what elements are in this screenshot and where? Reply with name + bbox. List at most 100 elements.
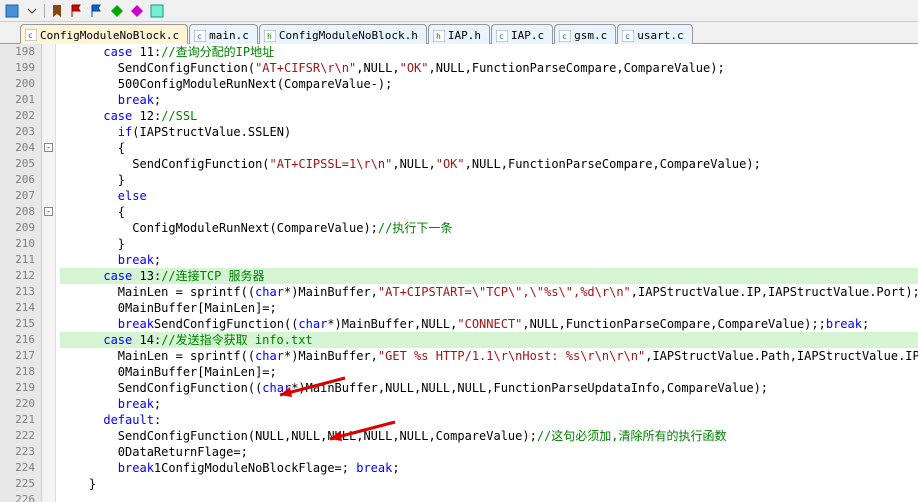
code-line[interactable]: 0MainBuffer[MainLen]=; [60, 364, 918, 380]
code-line[interactable]: break1ConfigModuleNoBlockFlage=; break; [60, 460, 918, 476]
code-line[interactable]: SendConfigFunction(NULL,NULL,NULL,NULL,N… [60, 428, 918, 444]
file-tabs: cConfigModuleNoBlock.c c main.c h ConfigMo… [0, 22, 918, 44]
line-number: 201 [0, 92, 41, 108]
flag-red-icon[interactable] [69, 3, 85, 19]
code-line[interactable]: if(IAPStructValue.SSLEN) [60, 124, 918, 140]
code-line[interactable]: { [60, 140, 918, 156]
svg-text:h: h [436, 32, 441, 41]
line-number: 217 [0, 348, 41, 364]
tab-label: usart.c [637, 29, 683, 42]
tab-iap-h[interactable]: h IAP.h [428, 24, 490, 44]
c-file-icon: c [559, 30, 571, 42]
diamond-fuchsia-icon[interactable] [129, 3, 145, 19]
line-number: 206 [0, 172, 41, 188]
code-editor[interactable]: 1981992002012022032042052062072082092102… [0, 44, 918, 502]
code-line[interactable]: { [60, 204, 918, 220]
line-number: 199 [0, 60, 41, 76]
line-number: 222 [0, 428, 41, 444]
code-line[interactable]: 0DataReturnFlage=; [60, 444, 918, 460]
h-file-icon: h [264, 30, 276, 42]
tab-label: IAP.h [448, 29, 481, 42]
code-line[interactable]: SendConfigFunction("AT+CIPSSL=1\r\n",NUL… [60, 156, 918, 172]
c-file-icon: c [194, 30, 206, 42]
line-number: 208 [0, 204, 41, 220]
code-line[interactable]: break; [60, 252, 918, 268]
code-line[interactable]: MainLen = sprintf((char*)MainBuffer,"AT+… [60, 284, 918, 300]
flag-blue-icon[interactable] [89, 3, 105, 19]
code-line[interactable]: breakSendConfigFunction((char*)MainBuffe… [60, 316, 918, 332]
line-number: 209 [0, 220, 41, 236]
code-line[interactable]: break; [60, 396, 918, 412]
svg-text:c: c [562, 32, 567, 41]
tab-label: ConfigModuleNoBlock.h [279, 29, 418, 42]
line-number: 202 [0, 108, 41, 124]
svg-text:c: c [499, 32, 504, 41]
code-line[interactable]: SendConfigFunction("AT+CIFSR\r\n",NULL,"… [60, 60, 918, 76]
tab-config-module-h[interactable]: h ConfigModuleNoBlock.h [259, 24, 427, 44]
code-line[interactable]: MainLen = sprintf((char*)MainBuffer,"GET… [60, 348, 918, 364]
line-number: 219 [0, 380, 41, 396]
tab-main-c[interactable]: c main.c [189, 24, 258, 44]
fold-toggle[interactable]: - [44, 143, 53, 152]
code-line[interactable]: case 12://SSL [60, 108, 918, 124]
tool-icon-8[interactable] [149, 3, 165, 19]
code-line[interactable]: case 14://发送指令获取 info.txt [60, 332, 918, 348]
tab-config-module-c[interactable]: cConfigModuleNoBlock.c [20, 24, 188, 44]
code-line[interactable]: } [60, 172, 918, 188]
line-number: 226 [0, 492, 41, 502]
code-line[interactable]: case 11://查询分配的IP地址 [60, 44, 918, 60]
c-file-icon: c [25, 29, 37, 41]
line-number: 205 [0, 156, 41, 172]
code-line[interactable] [60, 492, 918, 502]
code-area[interactable]: case 11://查询分配的IP地址 SendConfigFunction("… [56, 44, 918, 502]
tab-label: IAP.c [511, 29, 544, 42]
line-number: 223 [0, 444, 41, 460]
line-number: 224 [0, 460, 41, 476]
code-line[interactable]: case 13://连接TCP 服务器 [60, 268, 918, 284]
line-number: 218 [0, 364, 41, 380]
tab-label: main.c [209, 29, 249, 42]
svg-text:c: c [625, 32, 630, 41]
code-line[interactable]: SendConfigFunction((char*)MainBuffer,NUL… [60, 380, 918, 396]
code-line[interactable]: else [60, 188, 918, 204]
c-file-icon: c [622, 30, 634, 42]
code-line[interactable]: 500ConfigModuleRunNext(CompareValue-); [60, 76, 918, 92]
fold-toggle[interactable]: - [44, 207, 53, 216]
bookmark-icon[interactable] [49, 3, 65, 19]
dropdown-arrow-icon[interactable] [24, 3, 40, 19]
toolbar [0, 0, 918, 22]
svg-text:c: c [28, 31, 33, 40]
svg-text:c: c [197, 32, 202, 41]
line-number: 215 [0, 316, 41, 332]
line-number: 221 [0, 412, 41, 428]
line-number: 207 [0, 188, 41, 204]
tab-iap-c[interactable]: c IAP.c [491, 24, 553, 44]
line-number-gutter: 1981992002012022032042052062072082092102… [0, 44, 42, 502]
line-number: 212 [0, 268, 41, 284]
line-number: 203 [0, 124, 41, 140]
code-line[interactable]: 0MainBuffer[MainLen]=; [60, 300, 918, 316]
code-line[interactable]: default: [60, 412, 918, 428]
line-number: 214 [0, 300, 41, 316]
svg-text:h: h [267, 32, 272, 41]
diamond-green-icon[interactable] [109, 3, 125, 19]
c-file-icon: c [496, 30, 508, 42]
line-number: 225 [0, 476, 41, 492]
code-line[interactable]: break; [60, 92, 918, 108]
code-line[interactable]: ConfigModuleRunNext(CompareValue);//执行下一… [60, 220, 918, 236]
tool-icon-1[interactable] [4, 3, 20, 19]
tab-gsm-c[interactable]: c gsm.c [554, 24, 616, 44]
code-line[interactable]: } [60, 476, 918, 492]
line-number: 204 [0, 140, 41, 156]
tab-usart-c[interactable]: c usart.c [617, 24, 692, 44]
fold-gutter: -- [42, 44, 56, 502]
tab-label: gsm.c [574, 29, 607, 42]
line-number: 220 [0, 396, 41, 412]
line-number: 211 [0, 252, 41, 268]
line-number: 200 [0, 76, 41, 92]
code-line[interactable]: } [60, 236, 918, 252]
h-file-icon: h [433, 30, 445, 42]
line-number: 198 [0, 44, 41, 60]
line-number: 210 [0, 236, 41, 252]
line-number: 216 [0, 332, 41, 348]
